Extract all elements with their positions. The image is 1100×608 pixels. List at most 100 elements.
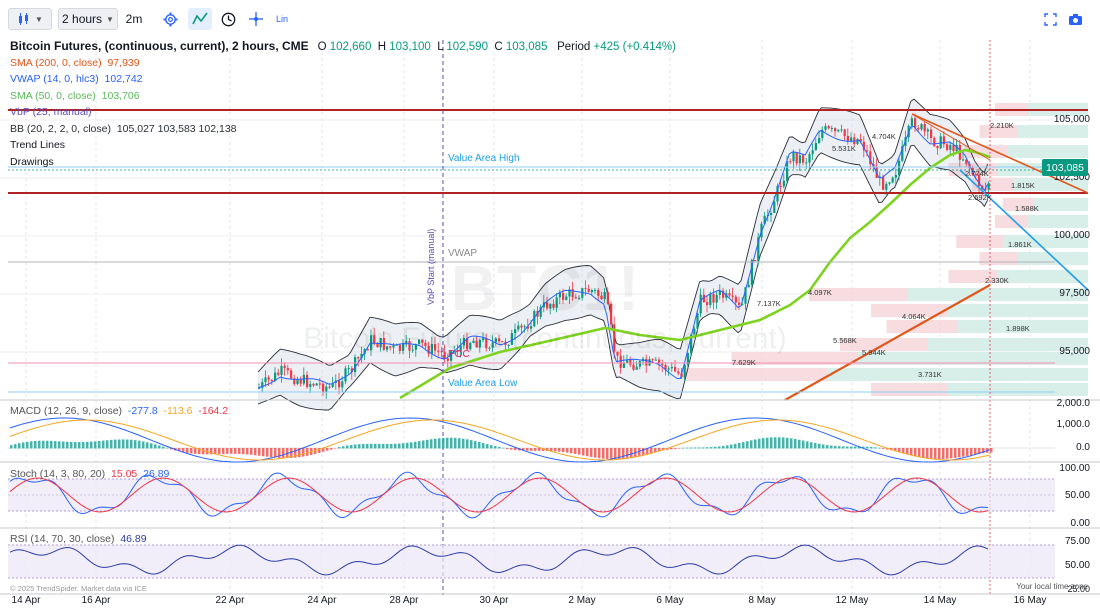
candle-body [814,143,817,151]
vbp-bar [948,304,1088,317]
macd-histogram-bar [46,440,49,449]
candle-body [318,383,321,385]
macd-histogram-bar [566,448,569,453]
macd-histogram-bar [458,438,461,449]
macd-histogram-bar [262,448,265,457]
macd-histogram-bar [818,443,821,449]
legend-vwap[interactable]: VWAP (14, 0, hlc3) 102,742 [10,71,676,88]
candle-body [754,260,757,262]
candle-body [267,377,270,380]
candle-body [328,386,331,388]
close-value: 103,085 [505,41,548,53]
legend-drawings[interactable]: Drawings [10,154,676,171]
legend-sma200[interactable]: SMA (200, 0, close) 97,939 [10,55,676,72]
macd-histogram-bar [26,441,29,449]
stoch-legend[interactable]: Stoch (14, 3, 80, 20) 15.05 26.89 [10,468,169,480]
period-value: +425 (+0.414%) [593,41,676,53]
macd-histogram-bar [418,441,421,449]
candle-body [898,160,901,176]
macd-histogram-bar [922,448,925,458]
candle-body [946,144,949,150]
candle-body [619,355,622,368]
value-area-high-label: Value Area High [448,153,520,164]
macd-legend[interactable]: MACD (12, 26, 9, close) -277.8 -113.6 -1… [10,405,228,417]
vbp-bar [1018,125,1088,138]
candle-body [818,138,821,144]
macd-histogram-bar [466,439,469,449]
macd-axis-0: 0.0 [1076,442,1090,453]
macd-histogram-bar [446,437,449,449]
candle-body [805,162,808,164]
candle-body [322,383,325,393]
candle-body [635,366,638,370]
rsi-value: 46.89 [120,533,147,545]
macd-histogram-bar [406,442,409,449]
macd-histogram-bar [682,447,685,449]
macd-histogram-bar [674,448,677,449]
candle-body [747,284,750,288]
macd-histogram-bar [70,441,73,449]
vbp-bar [828,368,1088,381]
macd-histogram-bar [626,448,629,459]
candle-body [792,152,795,162]
macd-histogram-bar [970,448,973,456]
macd-histogram-bar [162,446,165,449]
macd-histogram-bar [222,448,225,454]
macd-histogram-bar [834,445,837,449]
macd-histogram-bar [854,446,857,449]
candle-body [357,357,360,359]
candle-body [661,363,664,366]
macd-histogram-bar [10,445,13,449]
stoch-axis-100: 100.00 [1059,463,1090,474]
macd-histogram-bar [870,447,873,449]
macd-histogram-bar [846,446,849,449]
candle-body [296,379,299,385]
vbp-volume-label: 1.815K [1011,181,1035,190]
candle-body [270,379,273,381]
legend-bb[interactable]: BB (20, 2, 2, 0, close) 105,027 103,583 … [10,121,676,138]
macd-histogram-bar [234,448,237,454]
macd-histogram-bar [42,440,45,449]
candle-body [949,144,952,150]
macd-histogram-bar [22,442,25,449]
legend-sma50[interactable]: SMA (50, 0, close) 103,706 [10,88,676,105]
time-label: 22 Apr [215,595,245,606]
macd-histogram-bar [374,443,377,449]
candle-body [920,124,923,130]
macd-histogram-bar [910,448,913,456]
macd-histogram-bar [354,444,357,449]
candle-body [728,293,731,296]
macd-histogram-bar [134,440,137,449]
macd-histogram-bar [586,448,589,457]
value-area-low-label: Value Area Low [448,378,518,389]
candle-body [347,368,350,370]
vwap-value: 102,742 [104,73,143,85]
candle-body [738,302,741,305]
vbp-volume-label: 5.568K [833,336,857,345]
macd-histogram-bar [330,448,333,450]
vbp-bar-sell [995,215,1028,228]
timezone-label[interactable]: Your local time zone [1016,582,1088,591]
candle-body [894,175,897,178]
legend-vbp[interactable]: VbP (25, manual) [10,104,676,121]
time-label: 2 May [568,595,596,606]
vbp-bar-sell [979,252,1018,265]
close-label: C [494,41,503,53]
macd-histogram-bar [390,443,393,449]
macd-histogram-bar [730,444,733,449]
legend-trend-lines[interactable]: Trend Lines [10,137,676,154]
macd-histogram-bar [238,448,241,454]
poc-label: POC [448,349,470,360]
candle-body [827,126,830,129]
macd-histogram-bar [830,445,833,449]
drawings-label: Drawings [10,155,54,168]
symbol-title[interactable]: Bitcoin Futures, (continuous, current), … [10,39,309,53]
macd-histogram-bar [378,443,381,449]
macd-histogram-bar [642,448,645,455]
macd-histogram-bar [738,442,741,449]
macd-histogram-bar [462,438,465,449]
macd-histogram-bar [754,439,757,449]
candle-body [779,186,782,188]
time-axis[interactable]: 14 Apr 16 Apr 22 Apr 24 Apr 28 Apr 30 Ap… [0,594,1100,608]
rsi-legend[interactable]: RSI (14, 70, 30, close) 46.89 [10,533,147,545]
